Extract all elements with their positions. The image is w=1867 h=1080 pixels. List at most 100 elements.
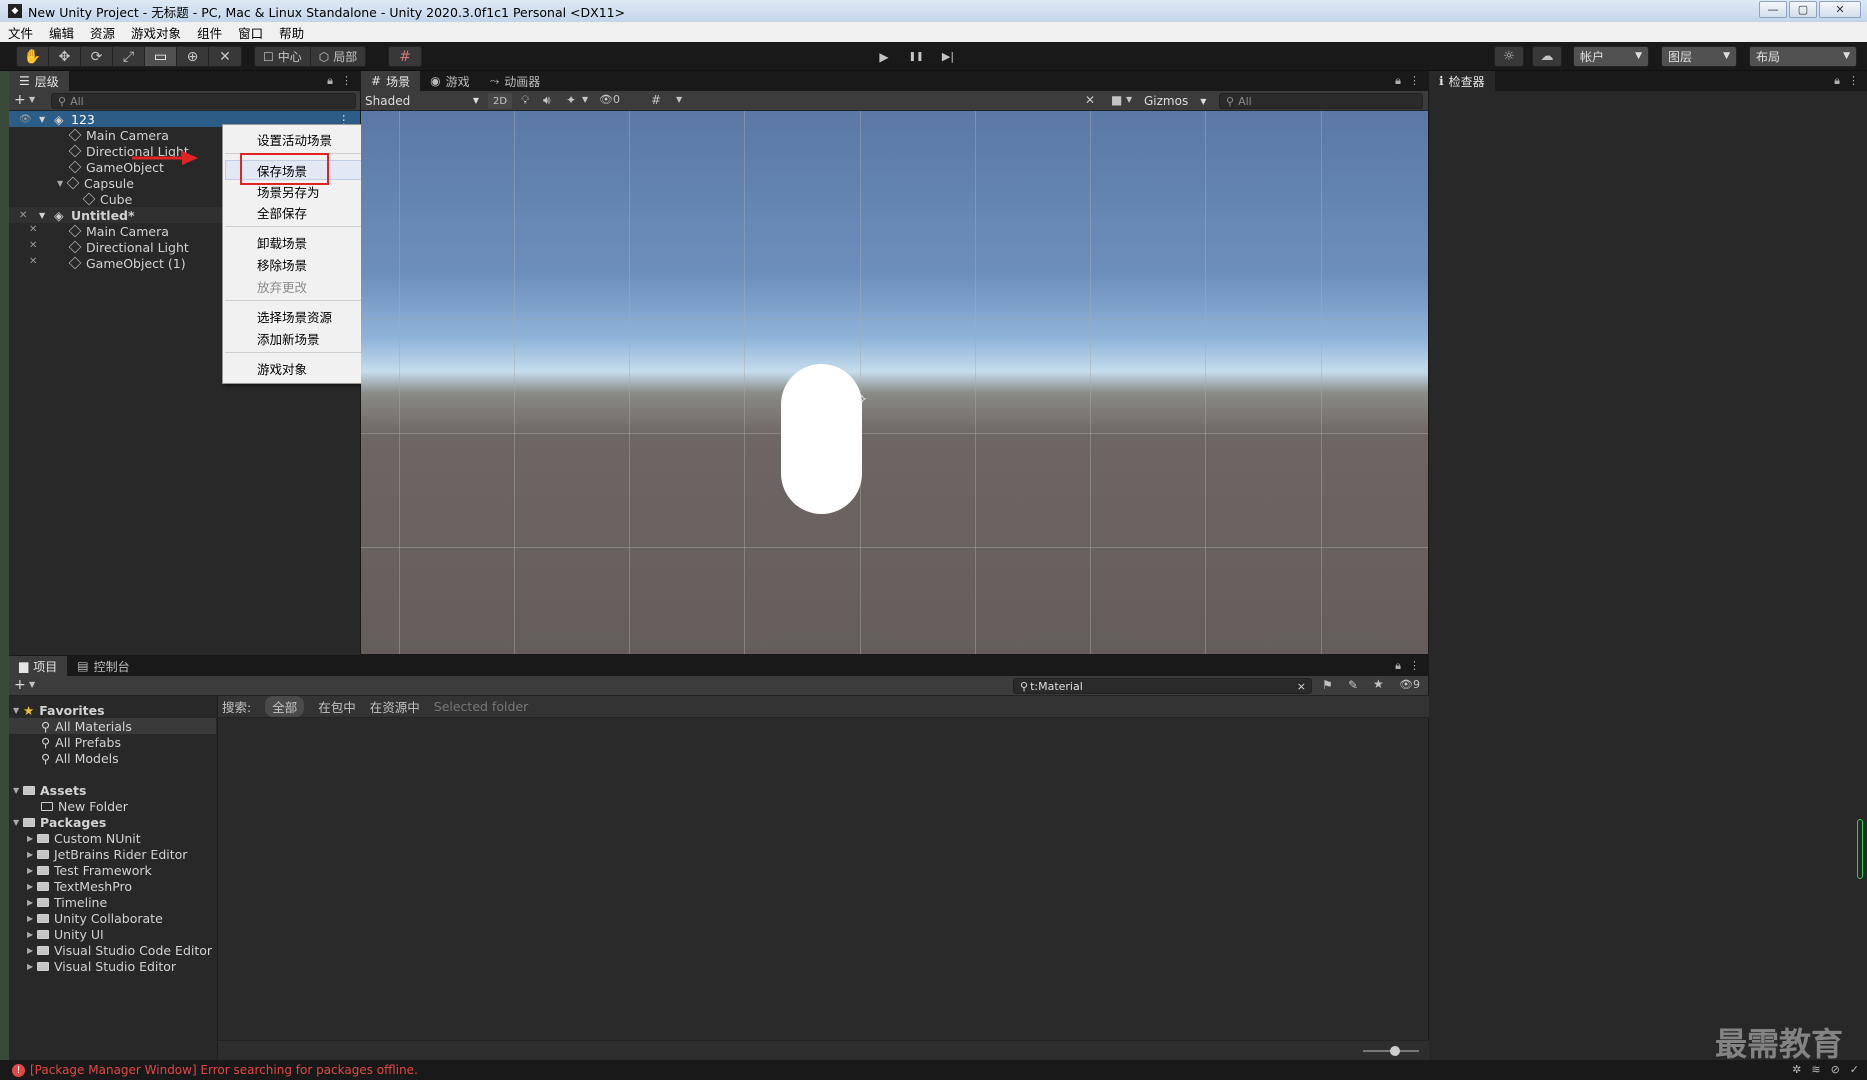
menu-assets[interactable]: 资源 xyxy=(82,23,123,42)
pause-button[interactable]: ❚❚ xyxy=(900,47,932,66)
grid-snap-icon[interactable]: # xyxy=(389,47,421,66)
favorite-item[interactable]: ⚲ All Prefabs xyxy=(41,734,121,750)
hidden-objects-toggle[interactable]: 👁︎0 xyxy=(599,93,620,106)
expand-arrow-icon[interactable]: ▶ xyxy=(27,882,37,891)
folder-item[interactable]: New Folder xyxy=(41,798,128,814)
visibility-icon[interactable]: ✕ xyxy=(29,256,37,267)
package-item[interactable]: ▶ JetBrains Rider Editor xyxy=(27,846,187,862)
2d-toggle-button[interactable]: 2D xyxy=(488,93,512,109)
scrollbar[interactable] xyxy=(1857,819,1863,879)
expand-arrow-icon[interactable]: ▶ xyxy=(27,866,37,875)
add-button[interactable]: + xyxy=(14,92,26,108)
tab-game[interactable]: ◉ 游戏 xyxy=(420,71,480,91)
menu-file[interactable]: 文件 xyxy=(0,23,41,42)
tools-icon[interactable]: ✕ xyxy=(1085,93,1095,107)
tab-console[interactable]: ▤ 控制台 xyxy=(67,656,139,676)
pivot-local-button[interactable]: ⬡ 局部 xyxy=(311,47,366,66)
hierarchy-item[interactable]: Cube xyxy=(82,191,132,207)
expand-arrow-icon[interactable]: ▼ xyxy=(13,786,23,795)
menu-item-set-active-scene[interactable]: 设置活动场景 xyxy=(257,130,332,148)
visibility-icon[interactable]: ✕ xyxy=(19,210,27,221)
hierarchy-item[interactable]: Main Camera xyxy=(68,127,169,143)
project-search-input[interactable]: ⚲ t:Material × xyxy=(1013,678,1312,694)
menu-item-unload-scene[interactable]: 卸载场景 xyxy=(257,233,307,251)
close-button[interactable]: ✕ xyxy=(1819,1,1861,18)
chevron-down-icon[interactable]: ▼ xyxy=(676,95,682,104)
expand-arrow-icon[interactable]: ▶ xyxy=(27,898,37,907)
pivot-center-button[interactable]: ☐ 中心 xyxy=(255,47,311,66)
filter-in-packages-button[interactable]: 在包中 xyxy=(318,697,356,716)
transform-tool-icon[interactable]: ⊕ xyxy=(177,47,209,66)
menu-item-add-new-scene[interactable]: 添加新场景 xyxy=(257,329,320,347)
light-gizmo-icon[interactable]: ✧ xyxy=(856,392,868,408)
package-item[interactable]: ▶ Unity UI xyxy=(27,926,104,942)
status-message[interactable]: [Package Manager Window] Error searching… xyxy=(30,1063,418,1077)
camera-icon[interactable]: ■ xyxy=(1111,93,1122,107)
package-item[interactable]: ▶ Test Framework xyxy=(27,862,152,878)
layers-dropdown[interactable]: 图层 ▼ xyxy=(1661,46,1737,67)
scene-search-input[interactable]: ⚲ All xyxy=(1219,93,1423,109)
scale-tool-icon[interactable]: ⤢ xyxy=(113,47,145,66)
hierarchy-search-input[interactable]: ⚲ All xyxy=(51,93,356,109)
layout-dropdown[interactable]: 布局 ▼ xyxy=(1749,46,1857,67)
menu-item-select-scene-asset[interactable]: 选择场景资源 xyxy=(257,307,332,325)
expand-arrow-icon[interactable]: ▶ xyxy=(27,962,37,971)
grid-toggle-icon[interactable]: # xyxy=(651,93,661,107)
visibility-icon[interactable]: ✕ xyxy=(29,240,37,251)
menu-window[interactable]: 窗口 xyxy=(230,23,271,42)
add-button[interactable]: + xyxy=(14,677,26,693)
package-item[interactable]: ▶ Timeline xyxy=(27,894,107,910)
chevron-down-icon[interactable]: ▼ xyxy=(1126,95,1132,104)
expand-arrow-icon[interactable]: ▼ xyxy=(13,818,23,827)
custom-tool-icon[interactable]: ✕ xyxy=(209,47,241,66)
filter-in-assets-button[interactable]: 在资源中 xyxy=(370,697,420,716)
rotate-tool-icon[interactable]: ⟳ xyxy=(81,47,113,66)
menu-item-gameobject[interactable]: 游戏对象 xyxy=(257,359,307,377)
package-item[interactable]: ▶ Custom NUnit xyxy=(27,830,141,846)
expand-arrow-icon[interactable]: ▶ xyxy=(27,946,37,955)
expand-arrow-icon[interactable]: ▼ xyxy=(39,115,45,124)
filter-all-button[interactable]: 全部 xyxy=(265,696,305,717)
account-dropdown[interactable]: 帐户 ▼ xyxy=(1573,46,1649,67)
packages-header[interactable]: ▼ Packages xyxy=(13,814,106,830)
more-icon[interactable]: ⋮ xyxy=(1848,74,1859,88)
effects-icon[interactable]: ✦ xyxy=(566,93,576,107)
tab-animator[interactable]: ⤳ 动画器 xyxy=(480,71,551,91)
filter-type-icon[interactable]: ⚑ xyxy=(1322,678,1333,692)
bug-icon[interactable]: ✲ xyxy=(1792,1063,1801,1076)
assets-header[interactable]: ▼ Assets xyxy=(13,782,86,798)
shading-dropdown[interactable]: Shaded ▼ xyxy=(365,92,483,109)
step-button[interactable]: ▶| xyxy=(932,47,964,66)
visibility-icon[interactable]: 👁︎ xyxy=(19,114,32,125)
more-icon[interactable]: ⋮ xyxy=(1409,659,1420,673)
expand-arrow-icon[interactable]: ▶ xyxy=(27,834,37,843)
favorite-item[interactable]: ⚲ All Models xyxy=(41,750,119,766)
filter-label-icon[interactable]: ✎ xyxy=(1348,678,1358,692)
favorites-header[interactable]: ▼ ★ Favorites xyxy=(13,702,105,718)
menu-component[interactable]: 组件 xyxy=(189,23,230,42)
lighting-icon[interactable]: 💡︎ xyxy=(521,93,529,108)
favorite-star-icon[interactable]: ★ xyxy=(1373,677,1384,691)
hidden-packages-toggle[interactable]: 👁︎9 xyxy=(1399,678,1420,691)
scene-viewport[interactable] xyxy=(361,111,1428,654)
more-icon[interactable]: ⋮ xyxy=(1409,74,1420,88)
expand-arrow-icon[interactable]: ▶ xyxy=(27,850,37,859)
chevron-down-icon[interactable]: ▼ xyxy=(29,95,35,104)
play-button[interactable]: ▶ xyxy=(868,47,900,66)
gizmos-dropdown[interactable]: Gizmos ▼ xyxy=(1144,93,1206,109)
hierarchy-item[interactable]: ▼ Capsule xyxy=(57,175,134,191)
chevron-down-icon[interactable]: ▼ xyxy=(582,95,588,104)
lock-icon[interactable]: 🔒︎ xyxy=(1834,74,1840,88)
capsule-object[interactable] xyxy=(781,364,862,514)
favorite-item[interactable]: ⚲ All Materials xyxy=(9,718,216,734)
menu-item-remove-scene[interactable]: 移除场景 xyxy=(257,255,307,273)
more-icon[interactable]: ⋮ xyxy=(341,74,352,88)
package-item[interactable]: ▶ TextMeshPro xyxy=(27,878,132,894)
lock-icon[interactable]: 🔒︎ xyxy=(1395,74,1401,88)
hierarchy-item[interactable]: Directional Light xyxy=(68,239,189,255)
menu-item-save-all[interactable]: 全部保存 xyxy=(257,203,307,221)
audio-icon[interactable]: 🔊︎ xyxy=(543,93,551,108)
expand-arrow-icon[interactable]: ▶ xyxy=(27,914,37,923)
package-item[interactable]: ▶ Unity Collaborate xyxy=(27,910,163,926)
layers-icon[interactable]: ≋ xyxy=(1811,1063,1820,1076)
